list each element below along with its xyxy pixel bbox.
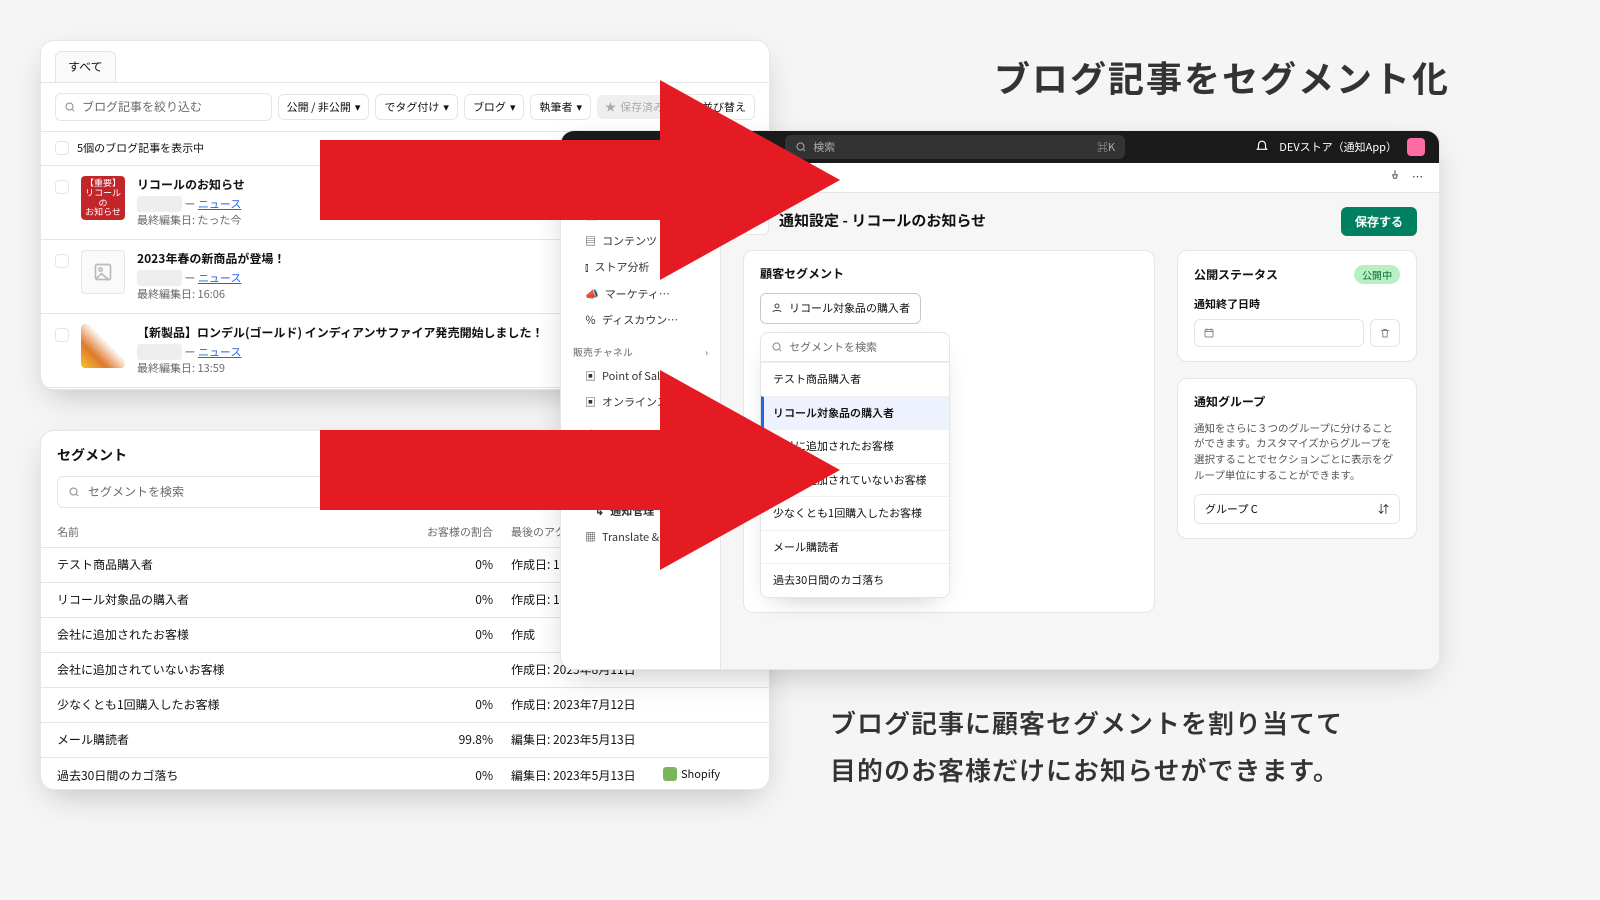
news-link[interactable]: ニュース <box>198 270 241 286</box>
store-name[interactable]: DEVストア（通知App） <box>1279 139 1397 156</box>
segment-row[interactable]: 少なくとも1回購入したお客様 0% 作成日: 2023年7月12日 <box>41 688 769 723</box>
status-card: 公開ステータス 公開中 通知終了日時 <box>1177 250 1417 362</box>
group-description: 通知をさらに３つのグループに分けることができます。カスタマイズからグループを選択… <box>1194 421 1400 484</box>
group-card: 通知グループ 通知をさらに３つのグループに分けることができます。カスタマイズから… <box>1177 378 1417 540</box>
search-icon <box>771 341 783 353</box>
status-badge: 公開中 <box>1354 265 1400 284</box>
select-all-checkbox[interactable] <box>55 141 69 155</box>
shopify-badge: Shopify <box>663 766 720 783</box>
caption: ブログ記事に顧客セグメントを割り当てて目的のお客様だけにお知らせができます。 <box>830 700 1490 794</box>
post-thumbnail <box>81 250 125 294</box>
arrow-right-top <box>320 80 840 280</box>
news-link[interactable]: ニュース <box>198 196 241 212</box>
more-icon[interactable]: ⋯ <box>1412 169 1425 186</box>
search-icon <box>68 486 80 498</box>
tab-all[interactable]: すべて <box>55 51 116 82</box>
trash-icon <box>1379 327 1391 339</box>
nav-item[interactable]: ％ディスカウン… <box>561 307 720 334</box>
post-title: リコールのお知らせ <box>137 176 245 194</box>
viewing-count: 5個のブログ記事を表示中 <box>77 140 204 157</box>
user-icon <box>771 302 783 314</box>
row-checkbox[interactable] <box>55 254 69 268</box>
segment-row[interactable]: メール購読者 99.8% 編集日: 2023年5月13日 <box>41 723 769 758</box>
arrow-right-bottom <box>320 370 840 570</box>
news-link[interactable]: ニュース <box>198 344 241 360</box>
date-input[interactable] <box>1194 319 1364 347</box>
nav-icon: ％ <box>585 312 596 329</box>
row-checkbox[interactable] <box>55 180 69 194</box>
post-meta: 最終編集日: 16:06 <box>137 286 285 303</box>
pin-icon[interactable] <box>1388 169 1402 183</box>
headline: ブログ記事をセグメント化 <box>994 50 1450 104</box>
dropdown-search[interactable]: セグメントを検索 <box>761 333 949 363</box>
group-select[interactable]: グループ C⇵ <box>1194 494 1400 525</box>
date-label: 通知終了日時 <box>1194 296 1400 313</box>
nav-icon: 📣 <box>585 286 599 303</box>
search-icon <box>64 101 76 113</box>
post-thumbnail <box>81 324 125 368</box>
blog-search[interactable]: ブログ記事を絞り込む <box>55 93 272 121</box>
post-thumbnail: 【重要】リコールのお知らせ <box>81 176 125 220</box>
segment-chip[interactable]: リコール対象品の購入者 <box>760 293 921 324</box>
calendar-icon <box>1203 327 1215 339</box>
nav-item[interactable]: 📣マーケティ… <box>561 281 720 308</box>
segment-row[interactable]: 過去30日間のカゴ落ち 0% 編集日: 2023年5月13日 Shopify <box>41 758 769 791</box>
avatar[interactable] <box>1407 138 1425 156</box>
clear-date-button[interactable] <box>1370 319 1400 347</box>
search-placeholder: ブログ記事を絞り込む <box>82 98 202 116</box>
save-button[interactable]: 保存する <box>1341 207 1417 236</box>
bell-icon[interactable] <box>1255 140 1269 154</box>
post-title: 【新製品】ロンデル(ゴールド) インディアンサファイア発売開始しました！ <box>137 324 543 342</box>
row-checkbox[interactable] <box>55 328 69 342</box>
image-placeholder-icon <box>93 262 113 282</box>
post-title: 2023年春の新商品が登場！ <box>137 250 285 268</box>
post-meta: 最終編集日: たった今 <box>137 212 245 229</box>
